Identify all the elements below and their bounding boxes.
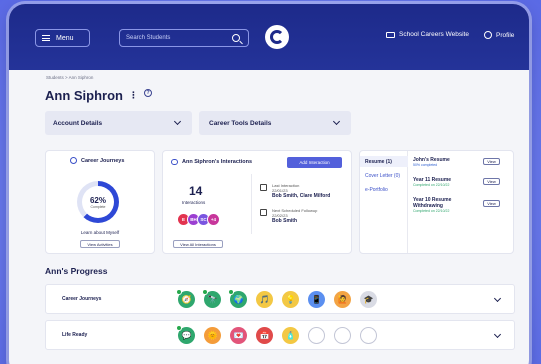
divider <box>251 174 252 234</box>
progress-badge-icon[interactable]: 💡 <box>282 291 299 308</box>
journey-name: Learn about Myself <box>80 230 120 235</box>
progress-badge-icon[interactable]: 🔭 <box>202 289 221 308</box>
completion-ring-center: 62% Complete <box>82 186 114 218</box>
progress-badge-icon[interactable]: 📅 <box>256 327 273 344</box>
completed-check-icon <box>176 325 182 331</box>
progress-badge-icon[interactable]: 🧴 <box>282 327 299 344</box>
progress-badge-icon[interactable]: 🌍 <box>228 289 247 308</box>
profile-label: Profile <box>496 31 515 39</box>
interactions-title: Ann Siphron's Interactions <box>182 159 253 165</box>
progress-badge-icon[interactable]: 🎓 <box>360 291 377 308</box>
logo-c-icon <box>270 30 284 44</box>
school-website-label: School Careers Website <box>399 31 469 38</box>
top-navigation-bar: Menu Search Students School Careers Webs… <box>9 4 529 70</box>
add-interaction-button[interactable]: Add Interaction <box>287 157 342 168</box>
calendar-icon <box>260 209 267 216</box>
compass-icon <box>70 157 77 164</box>
career-tools-dropdown[interactable]: Career Tools Details <box>199 111 351 135</box>
tab-e-portfolio[interactable]: e-Portfolio <box>365 187 388 193</box>
account-details-dropdown[interactable]: Account Details <box>45 111 192 135</box>
completion-ring: 62% Complete <box>77 181 119 223</box>
view-resume-button[interactable]: View <box>483 178 500 185</box>
last-interaction: Last Interaction 22/01/23 Bob Smith, Cla… <box>272 183 330 199</box>
completion-percent: 62% <box>89 195 106 205</box>
career-journeys-header: Career Journeys <box>70 157 124 164</box>
empty-badge-slot[interactable] <box>334 327 351 344</box>
calendar-icon <box>260 184 267 191</box>
chevron-down-icon <box>173 117 182 126</box>
completed-check-icon <box>176 289 182 295</box>
resume-item: John's Resume 50% completed View <box>413 157 505 167</box>
help-icon[interactable]: ? <box>144 88 152 97</box>
tablet-frame: Menu Search Students School Careers Webs… <box>9 4 529 364</box>
search-icon[interactable] <box>232 34 240 42</box>
chevron-down-icon[interactable] <box>493 294 502 303</box>
completed-check-icon <box>202 289 208 295</box>
monitor-icon <box>386 31 395 38</box>
chevron-down-icon <box>332 117 341 126</box>
progress-title: Ann's Progress <box>45 266 108 276</box>
progress-badge-icon[interactable]: 🧭 <box>176 289 195 308</box>
resume-tabs: Resume (1) Cover Letter (0) e-Portfolio <box>360 151 408 253</box>
tab-cover-letter[interactable]: Cover Letter (0) <box>365 173 400 179</box>
app-logo[interactable] <box>265 25 289 49</box>
interactions-card: Ann Siphron's Interactions Add Interacti… <box>162 150 352 254</box>
menu-button[interactable]: Menu <box>35 29 90 47</box>
progress-badge-icon[interactable]: 🙋 <box>334 291 351 308</box>
progress-row-life-ready[interactable]: Life Ready 💬 🌞 💌 📅 🧴 <box>45 320 515 350</box>
school-website-link[interactable]: School Careers Website <box>386 31 469 38</box>
completed-check-icon <box>228 289 234 295</box>
completion-sub: Complete <box>90 204 106 209</box>
progress-row-label: Career Journeys <box>62 296 102 302</box>
resume-item: Year 10 Resume Withdrawing Completed on … <box>413 197 505 213</box>
resume-name: Year 10 Resume Withdrawing <box>413 197 452 209</box>
page-title-row: Ann Siphron ⋮ ? <box>45 88 152 103</box>
chat-icon <box>171 159 178 165</box>
breadcrumb[interactable]: Students > Ann Siphron <box>46 75 93 80</box>
more-options-icon[interactable]: ⋮ <box>129 90 138 101</box>
progress-row-career-journeys[interactable]: Career Journeys 🧭 🔭 🌍 🎵 💡 📱 🙋 🎓 <box>45 284 515 314</box>
view-all-interactions-button[interactable]: View All Interactions <box>173 240 223 248</box>
career-journeys-card: Career Journeys 62% Complete Learn about… <box>45 150 155 254</box>
progress-row-label: Life Ready <box>62 332 88 338</box>
view-resume-button[interactable]: View <box>483 200 500 207</box>
resume-item: Year 11 Resume Completed on 22/10/22 Vie… <box>413 177 505 187</box>
chevron-down-icon[interactable] <box>493 330 502 339</box>
empty-badge-slot[interactable] <box>360 327 377 344</box>
progress-badge-icon[interactable]: 💌 <box>230 327 247 344</box>
next-followup-person: Bob Smith <box>272 218 297 224</box>
resume-card: Resume (1) Cover Letter (0) e-Portfolio … <box>359 150 514 254</box>
avatar[interactable]: +4 <box>207 213 220 226</box>
progress-badge-icon[interactable]: 📱 <box>308 291 325 308</box>
resume-status: Completed on 22/10/22 <box>413 209 450 213</box>
progress-badge-icon[interactable]: 🎵 <box>256 291 273 308</box>
search-input[interactable]: Search Students <box>119 29 249 47</box>
hamburger-icon <box>42 35 50 41</box>
profile-icon <box>484 31 492 39</box>
search-placeholder: Search Students <box>126 35 171 41</box>
profile-link[interactable]: Profile <box>484 31 514 39</box>
menu-label: Menu <box>56 34 74 42</box>
view-activities-button[interactable]: View Activities <box>80 240 120 248</box>
tab-resume[interactable]: Resume (1) <box>365 159 392 165</box>
interactions-header: Ann Siphron's Interactions <box>171 159 252 165</box>
next-followup: Next Scheduled Followup 22/02/23 Bob Smi… <box>272 208 317 224</box>
account-details-label: Account Details <box>53 119 103 127</box>
progress-badge-icon[interactable]: 💬 <box>176 325 195 344</box>
interaction-count-label: Interactions <box>182 200 206 205</box>
career-journeys-title: Career Journeys <box>81 157 125 164</box>
empty-badge-slot[interactable] <box>308 327 325 344</box>
page-title: Ann Siphron <box>45 88 123 103</box>
career-tools-label: Career Tools Details <box>209 119 272 127</box>
view-resume-button[interactable]: View <box>483 158 500 165</box>
last-interaction-people: Bob Smith, Clare Milford <box>272 193 331 199</box>
interaction-count: 14 <box>189 184 203 198</box>
progress-badge-icon[interactable]: 🌞 <box>204 327 221 344</box>
